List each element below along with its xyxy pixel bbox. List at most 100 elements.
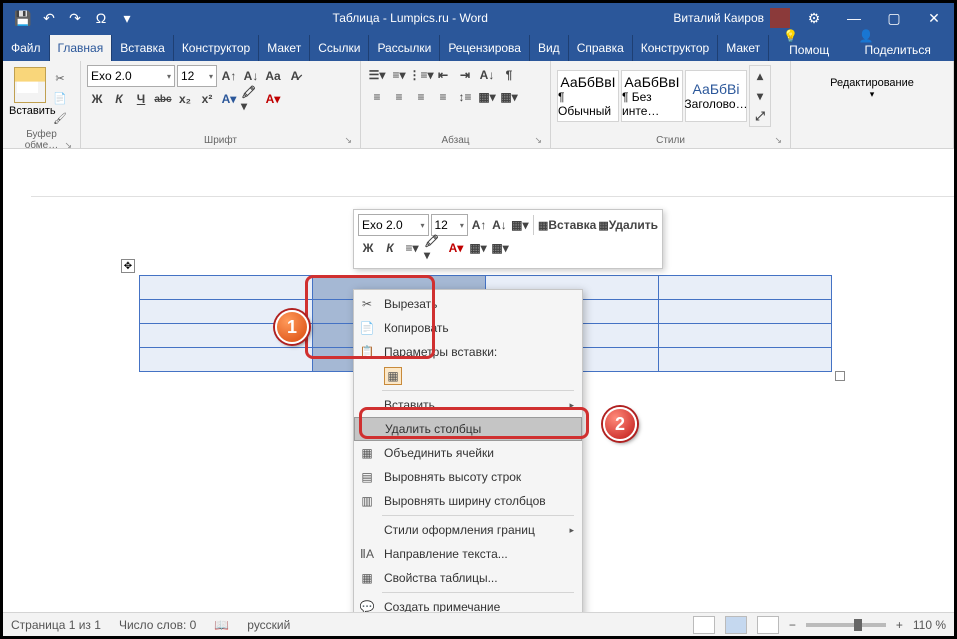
mini-align[interactable]: ≡▾: [402, 238, 422, 258]
mini-delete-button[interactable]: ▦ Удалить: [598, 215, 658, 235]
status-spellcheck-icon[interactable]: 📖: [214, 618, 229, 632]
sort-icon[interactable]: A↓: [477, 65, 497, 85]
underline-button[interactable]: Ч: [131, 89, 151, 109]
multilevel-icon[interactable]: ⋮≡▾: [411, 65, 431, 85]
table-move-handle[interactable]: ✥: [121, 259, 135, 273]
view-print-icon[interactable]: [725, 616, 747, 634]
mini-borders[interactable]: ▦▾: [490, 238, 510, 258]
tab-design[interactable]: Конструктор: [174, 35, 259, 61]
change-case-icon[interactable]: Aa: [263, 66, 283, 86]
tab-layout[interactable]: Макет: [259, 35, 310, 61]
mini-bold[interactable]: Ж: [358, 238, 378, 258]
qat-more-icon[interactable]: ▾: [117, 8, 137, 28]
status-language[interactable]: русский: [247, 618, 290, 632]
font-name-combo[interactable]: Exo 2.0▾: [87, 65, 175, 87]
decrease-indent-icon[interactable]: ⇤: [433, 65, 453, 85]
ctx-distribute-rows[interactable]: ▤Выровнять высоту строк: [354, 465, 582, 489]
ctx-paste-option-item[interactable]: ▦: [354, 364, 582, 388]
editing-button[interactable]: Редактирование: [797, 77, 947, 89]
ctx-merge-cells[interactable]: ▦Объединить ячейки: [354, 441, 582, 465]
style-no-spacing[interactable]: АаБбВвІ¶ Без инте…: [621, 70, 683, 122]
tab-references[interactable]: Ссылки: [310, 35, 369, 61]
paste-button[interactable]: Вставить: [9, 65, 51, 127]
undo-icon[interactable]: ↶: [39, 8, 59, 28]
mini-font-color[interactable]: A▾: [446, 238, 466, 258]
line-spacing-icon[interactable]: ↕≡: [455, 87, 475, 107]
view-read-icon[interactable]: [693, 616, 715, 634]
ctx-copy[interactable]: 📄Копировать: [354, 316, 582, 340]
ctx-insert[interactable]: Вставить▸: [354, 393, 582, 417]
redo-icon[interactable]: ↷: [65, 8, 85, 28]
ctx-text-direction[interactable]: ⅡAНаправление текста...: [354, 542, 582, 566]
italic-button[interactable]: К: [109, 89, 129, 109]
symbol-icon[interactable]: Ω: [91, 8, 111, 28]
share-button[interactable]: 👤 Поделиться: [853, 25, 946, 61]
format-painter-icon[interactable]: 🖌: [51, 109, 69, 127]
highlight-icon[interactable]: 🖍▾: [241, 89, 261, 109]
zoom-out-button[interactable]: −: [789, 618, 796, 632]
styles-up-icon[interactable]: ▴: [750, 66, 770, 86]
shading-icon[interactable]: ▦▾: [477, 87, 497, 107]
styles-down-icon[interactable]: ▾: [750, 86, 770, 106]
font-color-icon[interactable]: A▾: [263, 89, 283, 109]
style-normal[interactable]: АаБбВвІ¶ Обычный: [557, 70, 619, 122]
tab-review[interactable]: Рецензирова: [440, 35, 530, 61]
ctx-cut[interactable]: ✂Вырезать: [354, 292, 582, 316]
tab-table-layout[interactable]: Макет: [718, 35, 769, 61]
shrink-font-icon[interactable]: A↓: [241, 66, 261, 86]
zoom-slider[interactable]: [806, 623, 886, 627]
styles-expand-icon[interactable]: ⤢: [750, 106, 770, 126]
clear-format-icon[interactable]: A̷: [285, 66, 305, 86]
mini-font-combo[interactable]: Exo 2.0▾: [358, 214, 429, 236]
view-web-icon[interactable]: [757, 616, 779, 634]
tab-mailings[interactable]: Рассылки: [369, 35, 440, 61]
mini-styles-icon[interactable]: ▦▾: [511, 215, 529, 235]
tab-view[interactable]: Вид: [530, 35, 569, 61]
ctx-new-comment[interactable]: 💬Создать примечание: [354, 595, 582, 612]
table-resize-handle[interactable]: [835, 371, 845, 381]
strike-button[interactable]: abc: [153, 89, 173, 109]
grow-font-icon[interactable]: A↑: [219, 66, 239, 86]
align-center-icon[interactable]: ≡: [389, 87, 409, 107]
text-effects-icon[interactable]: A▾: [219, 89, 239, 109]
ctx-table-properties[interactable]: ▦Свойства таблицы...: [354, 566, 582, 590]
mini-shading[interactable]: ▦▾: [468, 238, 488, 258]
increase-indent-icon[interactable]: ⇥: [455, 65, 475, 85]
show-marks-icon[interactable]: ¶: [499, 65, 519, 85]
ruler[interactable]: [31, 179, 954, 197]
justify-icon[interactable]: ≡: [433, 87, 453, 107]
zoom-in-button[interactable]: +: [896, 618, 903, 632]
tab-home[interactable]: Главная: [50, 35, 113, 61]
copy-icon[interactable]: 📄: [51, 89, 69, 107]
zoom-level[interactable]: 110 %: [913, 618, 946, 632]
ctx-distribute-cols[interactable]: ▥Выровнять ширину столбцов: [354, 489, 582, 513]
mini-italic[interactable]: К: [380, 238, 400, 258]
align-left-icon[interactable]: ≡: [367, 87, 387, 107]
bold-button[interactable]: Ж: [87, 89, 107, 109]
numbering-icon[interactable]: ≡▾: [389, 65, 409, 85]
borders-icon[interactable]: ▦▾: [499, 87, 519, 107]
font-size-combo[interactable]: 12▾: [177, 65, 217, 87]
bullets-icon[interactable]: ☰▾: [367, 65, 387, 85]
mini-highlight[interactable]: 🖍▾: [424, 238, 444, 258]
save-icon[interactable]: 💾: [13, 8, 33, 28]
status-word-count[interactable]: Число слов: 0: [119, 618, 196, 632]
mini-grow-icon[interactable]: A↑: [470, 215, 488, 235]
mini-insert-button[interactable]: ▦ Вставка: [538, 215, 596, 235]
ctx-border-styles[interactable]: Стили оформления границ▸: [354, 518, 582, 542]
mini-shrink-icon[interactable]: A↓: [490, 215, 508, 235]
mini-size-combo[interactable]: 12▾: [431, 214, 468, 236]
superscript-button[interactable]: x²: [197, 89, 217, 109]
tab-file[interactable]: Файл: [3, 35, 50, 61]
cut-icon[interactable]: ✂: [51, 69, 69, 87]
tell-me[interactable]: 💡 Помощ: [777, 25, 848, 61]
tab-insert[interactable]: Вставка: [112, 35, 174, 61]
ctx-paste-options[interactable]: 📋Параметры вставки:: [354, 340, 582, 364]
ctx-delete-columns[interactable]: Удалить столбцы: [354, 417, 582, 441]
style-heading1[interactable]: АаБбВіЗаголово…: [685, 70, 747, 122]
status-page[interactable]: Страница 1 из 1: [11, 618, 101, 632]
tab-help[interactable]: Справка: [569, 35, 633, 61]
tab-table-design[interactable]: Конструктор: [633, 35, 718, 61]
subscript-button[interactable]: x₂: [175, 89, 195, 109]
align-right-icon[interactable]: ≡: [411, 87, 431, 107]
